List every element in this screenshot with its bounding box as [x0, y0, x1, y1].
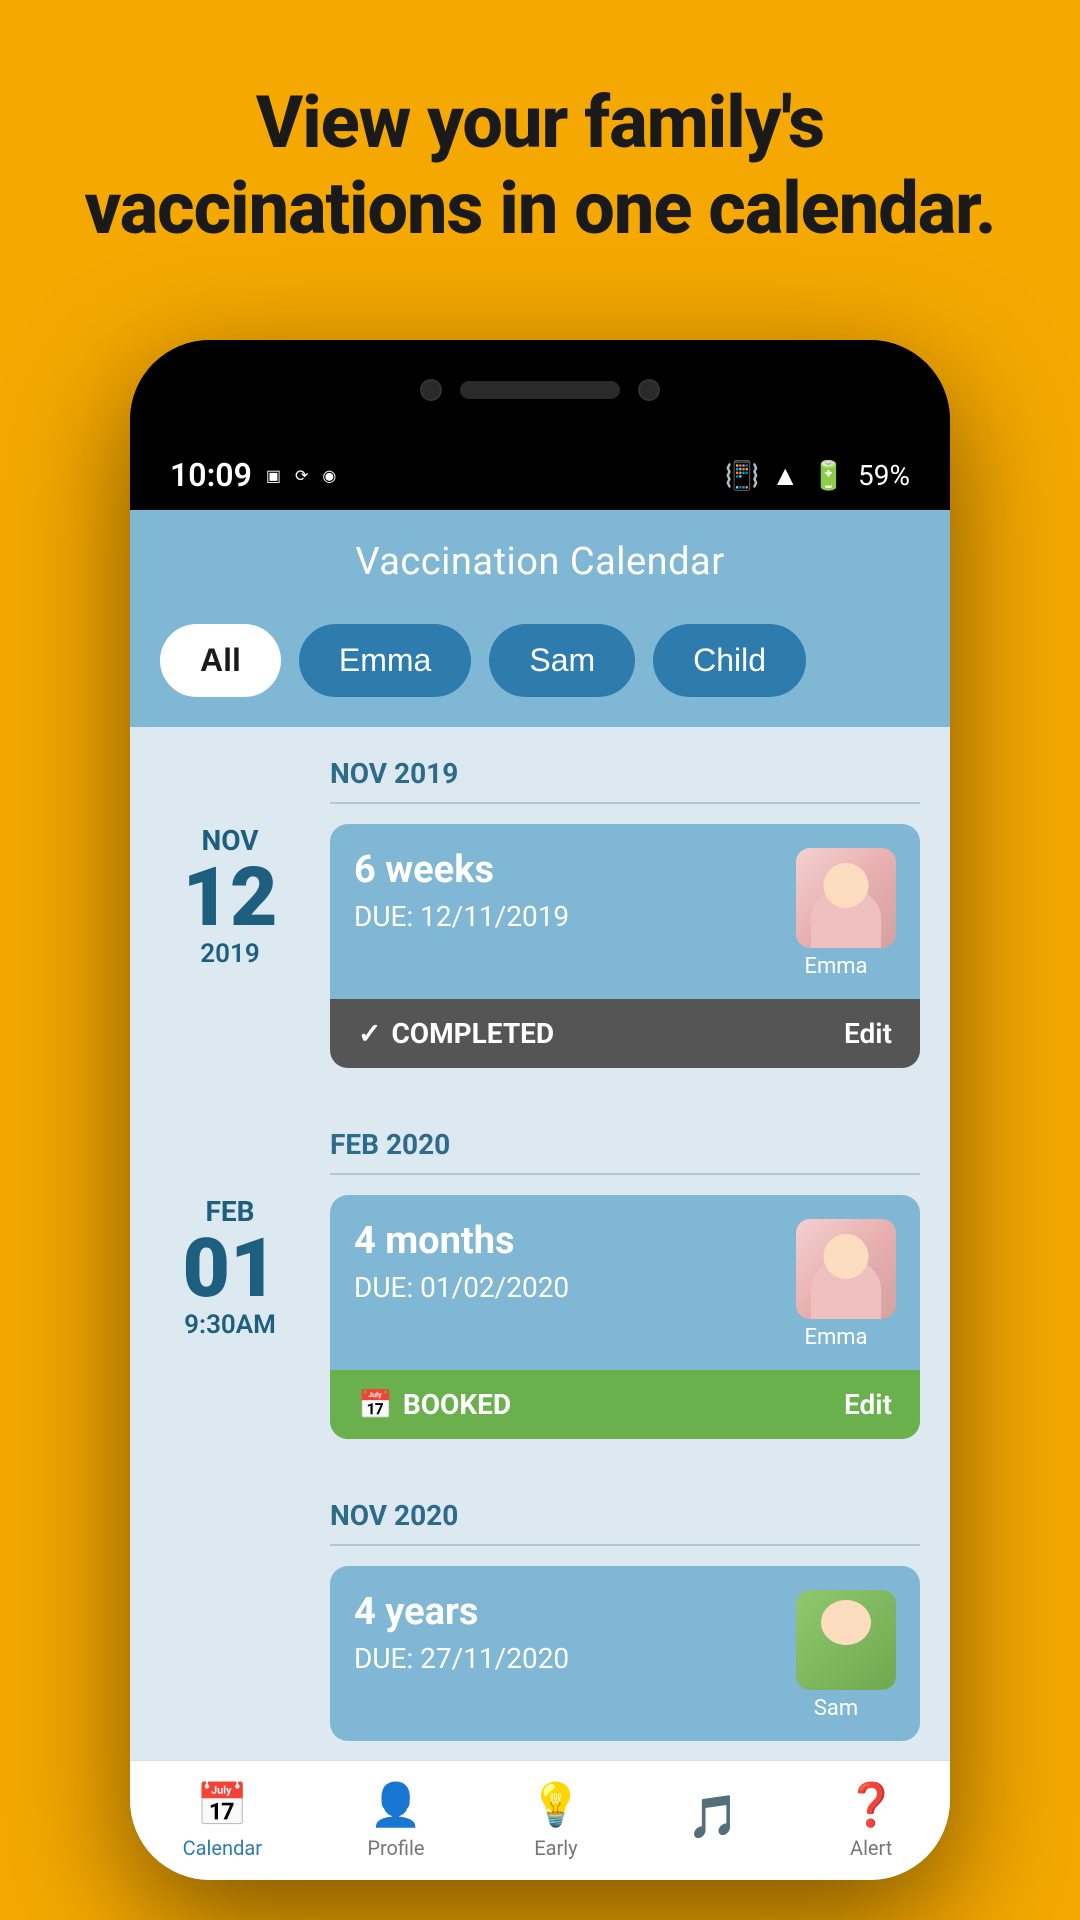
app-title: Vaccination Calendar [355, 540, 724, 584]
vax-due-4years: DUE: 27/11/2020 [354, 1642, 776, 1675]
vibrate-icon: 📳 [725, 459, 760, 492]
speaker [460, 381, 620, 399]
early-nav-icon: 💡 [530, 1781, 582, 1830]
month-section-feb2020: FEB 2020 FEB 01 9:30AM 4 months DUE: 01/… [130, 1098, 950, 1439]
nav-help[interactable]: ❓ Alert [845, 1781, 897, 1860]
emma-avatar-2 [796, 1219, 896, 1319]
vax-card-6weeks[interactable]: 6 weeks DUE: 12/11/2019 Emma ✓ CO [330, 824, 920, 1068]
edit-button-1[interactable]: Edit [844, 1017, 892, 1050]
status-left: 10:09 ▣ ⟳ ◉ [170, 456, 336, 494]
help-nav-label: Alert [850, 1836, 892, 1860]
avatar-emma-1: Emma [776, 848, 896, 979]
vax-due-4months: DUE: 01/02/2020 [354, 1271, 776, 1304]
nav-profile[interactable]: 👤 Profile [367, 1781, 424, 1860]
month-section-nov2019: NOV 2019 NOV 12 2019 6 weeks DUE: 12/11/… [130, 727, 950, 1068]
vax-card-4years[interactable]: 4 years DUE: 27/11/2020 Sam [330, 1566, 920, 1741]
content-area[interactable]: NOV 2019 NOV 12 2019 6 weeks DUE: 12/11/… [130, 727, 950, 1880]
date-day-12: 12 [150, 857, 310, 939]
calendar-nav-label: Calendar [183, 1836, 262, 1860]
vax-status-completed: ✓ COMPLETED Edit [330, 999, 920, 1068]
vax-age-4months: 4 months [354, 1219, 776, 1263]
vax-card-body-4months: 4 months DUE: 01/02/2020 Emma [330, 1195, 920, 1370]
vax-card-body-6weeks: 6 weeks DUE: 12/11/2019 Emma [330, 824, 920, 999]
app-header: Vaccination Calendar [130, 510, 950, 604]
entry-row-4years: 4 years DUE: 27/11/2020 Sam [330, 1566, 920, 1741]
calendar-nav-icon: 📅 [196, 1781, 248, 1830]
month-label-nov2019: NOV 2019 [330, 757, 920, 804]
filter-bar: All Emma Sam Child [130, 604, 950, 727]
help-nav-icon: ❓ [845, 1781, 897, 1830]
completed-text: ✓ COMPLETED [358, 1017, 554, 1050]
music-nav-icon: 🎵 [687, 1793, 739, 1842]
calendar-icon: 📅 [358, 1388, 393, 1421]
date-col-feb01: FEB 01 9:30AM [150, 1195, 310, 1340]
nav-music[interactable]: 🎵 [687, 1793, 739, 1848]
vax-status-booked: 📅 BOOKED Edit [330, 1370, 920, 1439]
avatar-emma-2: Emma [776, 1219, 896, 1350]
nav-calendar[interactable]: 📅 Calendar [183, 1781, 262, 1860]
sam-avatar [796, 1590, 896, 1690]
vax-age-4years: 4 years [354, 1590, 776, 1634]
month-label-feb2020: FEB 2020 [330, 1128, 920, 1175]
date-time-930: 9:30AM [150, 1310, 310, 1340]
bottom-nav: 📅 Calendar 👤 Profile 💡 Early 🎵 ❓ Alert [130, 1760, 950, 1880]
camera-dot-right [638, 379, 660, 401]
status-time: 10:09 [170, 456, 252, 494]
month-section-nov2020: NOV 2020 4 years DUE: 27/11/2020 S [130, 1469, 950, 1741]
phone-frame: 10:09 ▣ ⟳ ◉ 📳 ▲ 🔋 59% Vaccination Calend… [130, 340, 950, 1880]
wifi-icon: ▲ [771, 459, 799, 492]
filter-child[interactable]: Child [653, 624, 806, 697]
edit-button-2[interactable]: Edit [844, 1388, 892, 1421]
emma-name-1: Emma [804, 954, 867, 979]
phone-notch [130, 340, 950, 440]
sam-name: Sam [814, 1696, 858, 1721]
status-icons-right: 📳 ▲ 🔋 59% [725, 459, 910, 492]
entry-row-feb01: FEB 01 9:30AM 4 months DUE: 01/02/2020 [330, 1195, 920, 1439]
camera-dot-left [420, 379, 442, 401]
date-col-nov12: NOV 12 2019 [150, 824, 310, 969]
early-nav-label: Early [534, 1836, 577, 1860]
status-icon-share: ⟳ [295, 466, 308, 485]
hero-title: View your family's vaccinations in one c… [80, 80, 1000, 253]
entry-row-nov12: NOV 12 2019 6 weeks DUE: 12/11/2019 [330, 824, 920, 1068]
emma-avatar-1 [796, 848, 896, 948]
nav-early[interactable]: 💡 Early [530, 1781, 582, 1860]
vax-info-6weeks: 6 weeks DUE: 12/11/2019 [354, 848, 776, 933]
app-screen: Vaccination Calendar All Emma Sam Child … [130, 510, 950, 1880]
camera-area [420, 379, 660, 401]
filter-all[interactable]: All [160, 624, 281, 697]
status-bar: 10:09 ▣ ⟳ ◉ 📳 ▲ 🔋 59% [130, 440, 950, 510]
vax-due-6weeks: DUE: 12/11/2019 [354, 900, 776, 933]
vax-age-6weeks: 6 weeks [354, 848, 776, 892]
emma-name-2: Emma [804, 1325, 867, 1350]
filter-emma[interactable]: Emma [299, 624, 471, 697]
status-icon-screen: ▣ [266, 466, 281, 485]
filter-sam[interactable]: Sam [489, 624, 635, 697]
vax-info-4months: 4 months DUE: 01/02/2020 [354, 1219, 776, 1304]
booked-text: 📅 BOOKED [358, 1388, 511, 1421]
status-icon-chrome: ◉ [322, 466, 336, 485]
vax-card-body-4years: 4 years DUE: 27/11/2020 Sam [330, 1566, 920, 1741]
avatar-sam: Sam [776, 1590, 896, 1721]
check-icon: ✓ [358, 1017, 381, 1050]
date-year-2019: 2019 [150, 939, 310, 969]
date-day-01: 01 [150, 1228, 310, 1310]
hero-section: View your family's vaccinations in one c… [0, 0, 1080, 303]
vax-info-4years: 4 years DUE: 27/11/2020 [354, 1590, 776, 1675]
month-label-nov2020: NOV 2020 [330, 1499, 920, 1546]
battery-percent: 59% [858, 459, 910, 492]
profile-nav-label: Profile [367, 1836, 424, 1860]
battery-icon: 🔋 [811, 459, 846, 492]
vax-card-4months[interactable]: 4 months DUE: 01/02/2020 Emma 📅 [330, 1195, 920, 1439]
profile-nav-icon: 👤 [370, 1781, 422, 1830]
